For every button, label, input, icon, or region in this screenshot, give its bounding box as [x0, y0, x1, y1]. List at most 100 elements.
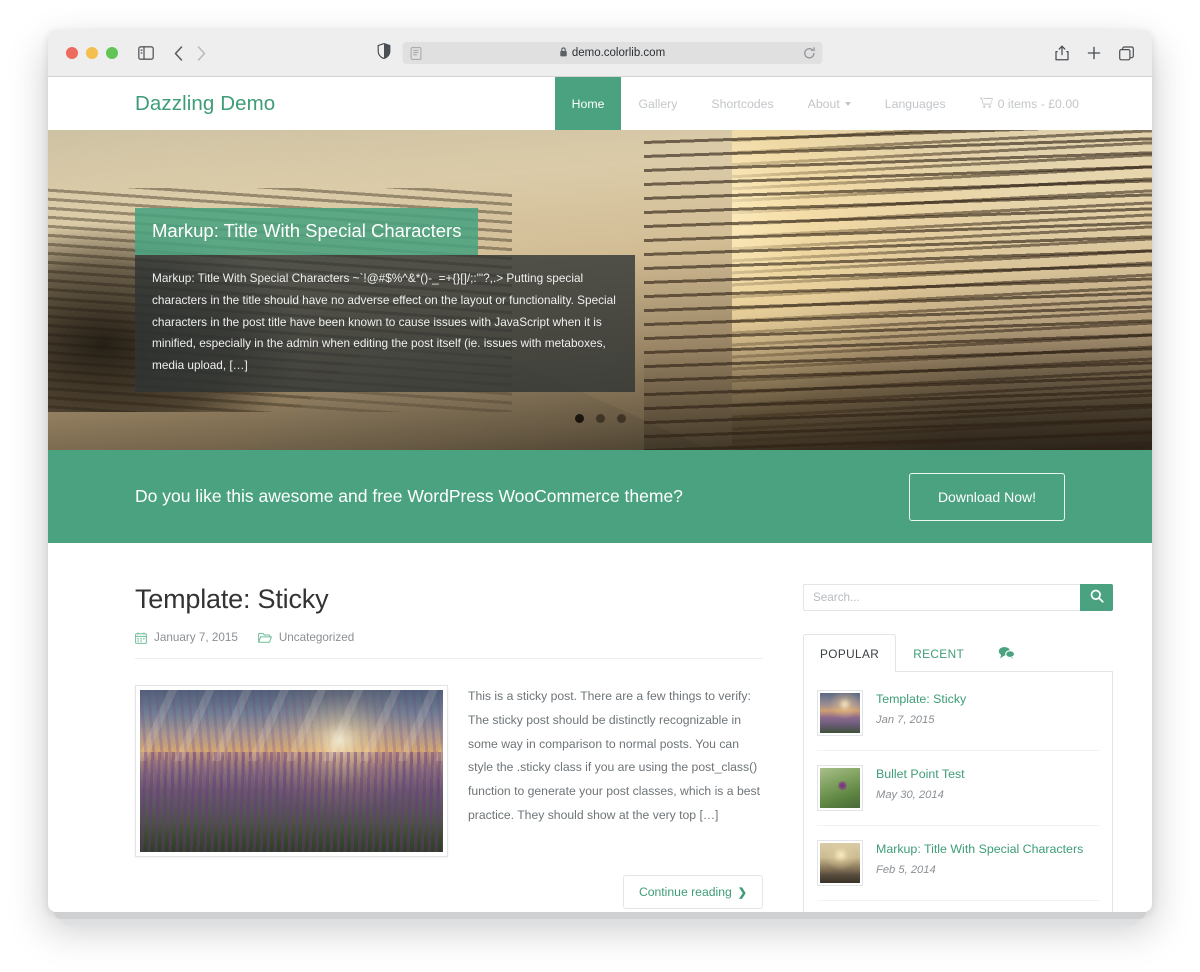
continue-reading-row: Continue reading ❯: [135, 875, 763, 909]
list-item-title[interactable]: Template: Sticky: [876, 691, 966, 708]
post-category-label: Uncategorized: [278, 631, 355, 644]
browser-window: demo.colorlib.com Dazzling Demo Home Gal…: [48, 30, 1152, 912]
cart-label: 0 items - £0.00: [997, 96, 1079, 111]
list-item-thumbnail: [817, 690, 863, 736]
post-featured-image[interactable]: [135, 685, 448, 857]
list-item[interactable]: Markup: Title With Special Characters Fe…: [817, 826, 1099, 901]
hero-caption: Markup: Title With Special Characters Ma…: [135, 207, 635, 392]
comments-icon: [998, 646, 1016, 663]
hero-slider: Markup: Title With Special Characters Ma…: [48, 130, 1152, 450]
main-content-column: Template: Sticky January 7, 2015 Uncateg…: [135, 584, 763, 912]
calendar-icon: [135, 632, 147, 644]
nav-item-cart[interactable]: 0 items - £0.00: [963, 77, 1096, 130]
list-item-thumbnail: [817, 765, 863, 811]
promo-callout-text: Do you like this awesome and free WordPr…: [135, 486, 683, 506]
nav-item-shortcodes[interactable]: Shortcodes: [694, 77, 790, 130]
url-host: demo.colorlib.com: [571, 47, 666, 59]
tab-comments[interactable]: [981, 634, 1032, 672]
list-item-date: Feb 5, 2014: [876, 863, 936, 876]
sidebar: POPULAR RECENT: [803, 584, 1113, 912]
window-stack-edge-2: [62, 919, 1138, 925]
post-meta: January 7, 2015 Uncategorized: [135, 631, 763, 659]
list-item-texts: Markup: Title With Special Characters Fe…: [876, 840, 1083, 876]
promo-callout-banner: Do you like this awesome and free WordPr…: [48, 450, 1152, 543]
widget-tab-bar: POPULAR RECENT: [803, 634, 1113, 672]
lavender-field-photo: [140, 690, 443, 852]
search-icon: [1090, 589, 1104, 606]
nav-item-about[interactable]: About: [791, 77, 868, 130]
sidebar-toggle-icon[interactable]: [138, 46, 154, 60]
window-stack-edge-1: [54, 912, 1146, 919]
search-input[interactable]: [803, 584, 1080, 611]
shield-icon[interactable]: [377, 42, 391, 64]
chevron-right-icon: ❯: [737, 886, 747, 899]
nav-label: About: [807, 96, 840, 111]
list-item-title[interactable]: Markup: Title With Special Characters: [876, 841, 1083, 858]
list-item-texts: Template: Sticky Jan 7, 2015: [876, 690, 966, 726]
slider-pagination: [48, 414, 1152, 423]
site-header: Dazzling Demo Home Gallery Shortcodes Ab…: [48, 77, 1152, 130]
tab-popular[interactable]: POPULAR: [803, 634, 897, 672]
list-item[interactable]: Markup: HTML Tags and Formatting Feb 1, …: [817, 901, 1099, 912]
download-now-button[interactable]: Download Now!: [908, 472, 1065, 521]
thumbnail-photo: [820, 843, 860, 883]
forward-arrow-icon: [197, 45, 206, 61]
lock-icon: [560, 47, 568, 59]
post-category[interactable]: Uncategorized: [257, 631, 355, 644]
nav-item-gallery[interactable]: Gallery: [621, 77, 694, 130]
window-controls: [66, 47, 118, 59]
continue-reading-button[interactable]: Continue reading ❯: [622, 875, 763, 909]
slider-dot-2[interactable]: [595, 414, 605, 423]
list-item[interactable]: Template: Sticky Jan 7, 2015: [817, 676, 1099, 751]
nav-label: Home: [571, 96, 605, 111]
hero-slide-excerpt: Markup: Title With Special Characters ~`…: [135, 254, 635, 392]
search-submit-button[interactable]: [1080, 584, 1113, 611]
url-text-wrapper: demo.colorlib.com: [403, 47, 823, 59]
nav-label: Gallery: [638, 96, 678, 111]
maximize-window-button[interactable]: [106, 47, 118, 59]
plus-icon[interactable]: [1087, 46, 1101, 60]
share-icon[interactable]: [1055, 45, 1069, 61]
post-date-label: January 7, 2015: [154, 631, 238, 644]
hero-photo-bare-trees: [644, 130, 1152, 450]
page-title[interactable]: Template: Sticky: [135, 584, 763, 615]
close-window-button[interactable]: [66, 47, 78, 59]
list-item-texts: Bullet Point Test May 30, 2014: [876, 765, 965, 801]
nav-label: Shortcodes: [711, 96, 774, 111]
browser-titlebar: demo.colorlib.com: [48, 30, 1152, 77]
hero-slide-title[interactable]: Markup: Title With Special Characters: [135, 207, 479, 255]
tab-overview-icon[interactable]: [1119, 45, 1134, 61]
reload-icon[interactable]: [804, 46, 816, 60]
list-item-date: May 30, 2014: [876, 788, 944, 801]
post-date: January 7, 2015: [135, 631, 238, 644]
list-item[interactable]: Bullet Point Test May 30, 2014: [817, 751, 1099, 826]
navigation-arrows: [174, 45, 206, 61]
nav-item-languages[interactable]: Languages: [868, 77, 963, 130]
thumbnail-photo: [820, 768, 860, 808]
search-widget: [803, 584, 1113, 611]
continue-reading-label: Continue reading: [638, 885, 732, 899]
post-excerpt: This is a sticky post. There are a few t…: [468, 689, 760, 822]
address-bar-zone: demo.colorlib.com: [377, 42, 823, 64]
site-logo[interactable]: Dazzling Demo: [135, 92, 275, 116]
minimize-window-button[interactable]: [86, 47, 98, 59]
nav-item-home[interactable]: Home: [554, 77, 622, 130]
slider-dot-3[interactable]: [616, 414, 626, 423]
chevron-down-icon: [844, 101, 851, 106]
tab-recent[interactable]: RECENT: [896, 634, 981, 672]
folder-icon: [257, 632, 272, 644]
slider-dot-1[interactable]: [574, 414, 584, 423]
popular-posts-panel: Template: Sticky Jan 7, 2015 Bullet Poin…: [803, 672, 1113, 912]
thumbnail-photo: [820, 693, 860, 733]
content-area: Template: Sticky January 7, 2015 Uncateg…: [48, 543, 1152, 912]
url-bar[interactable]: demo.colorlib.com: [402, 42, 823, 64]
nav-label: Languages: [884, 96, 946, 111]
list-item-date: Jan 7, 2015: [876, 713, 935, 726]
back-arrow-icon[interactable]: [174, 45, 183, 61]
list-item-thumbnail: [817, 840, 863, 886]
main-navigation: Home Gallery Shortcodes About Languages: [554, 77, 1152, 130]
titlebar-right-actions: [1055, 45, 1134, 61]
post-body: This is a sticky post. There are a few t…: [135, 685, 763, 857]
cart-icon: [979, 97, 993, 111]
list-item-title[interactable]: Bullet Point Test: [876, 766, 965, 783]
